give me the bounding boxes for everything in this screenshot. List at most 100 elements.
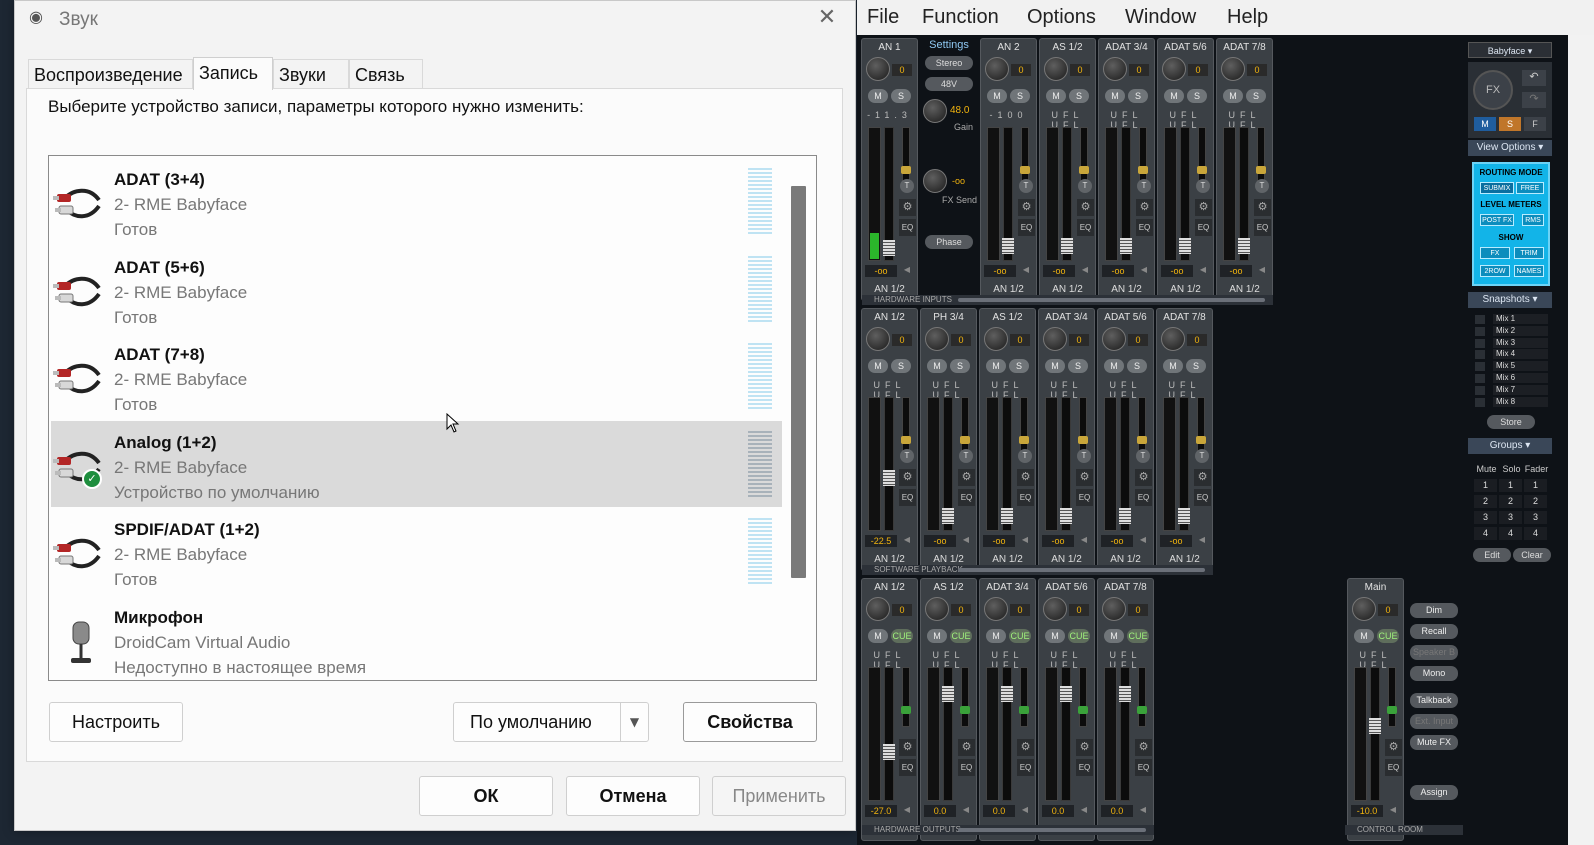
wrench-icon[interactable]: ⚙	[1195, 199, 1212, 216]
mute-button[interactable]: M	[927, 359, 947, 373]
collapse-icon[interactable]: ◀	[959, 805, 973, 817]
pan-fader[interactable]	[960, 667, 970, 727]
pan-fader[interactable]	[1137, 397, 1147, 457]
solo-button[interactable]: S	[1068, 359, 1088, 373]
mute-button[interactable]: M	[1104, 359, 1124, 373]
pan-handle[interactable]	[1137, 436, 1147, 444]
close-button[interactable]: ✕	[813, 5, 841, 33]
cue-button[interactable]: CUE	[891, 629, 913, 643]
pan-handle[interactable]	[901, 706, 911, 714]
group-cell[interactable]: 2	[1524, 495, 1547, 508]
collapse-icon[interactable]: ◀	[1195, 535, 1209, 547]
fader-handle[interactable]	[1369, 718, 1381, 734]
volume-fader[interactable]	[1060, 667, 1072, 801]
fader-handle[interactable]	[883, 744, 895, 760]
pan-handle[interactable]	[1196, 436, 1206, 444]
eq-button[interactable]: EQ	[1195, 219, 1212, 236]
trim-button[interactable]: T	[959, 449, 973, 463]
eq-button[interactable]: EQ	[1135, 489, 1152, 506]
output-route[interactable]: AN 1/2	[1098, 554, 1153, 565]
device-row[interactable]: ADAT (7+8) 2- RME Babyface Готов	[51, 333, 782, 419]
pan-fader[interactable]	[1197, 127, 1207, 187]
fader-handle[interactable]	[1178, 508, 1190, 524]
mute-button[interactable]: M	[927, 629, 947, 643]
collapse-icon[interactable]: ◀	[1018, 805, 1032, 817]
pan-handle[interactable]	[1138, 166, 1148, 174]
view-options-header[interactable]: View Options ▾	[1468, 140, 1552, 156]
eq-button[interactable]: EQ	[1194, 489, 1211, 506]
volume-fader[interactable]	[1179, 127, 1191, 261]
output-route[interactable]: AN 1/2	[981, 284, 1036, 295]
volume-fader[interactable]	[1061, 127, 1073, 261]
menu-file[interactable]: File	[867, 6, 899, 29]
pan-handle[interactable]	[1079, 166, 1089, 174]
pan-handle[interactable]	[901, 166, 911, 174]
cue-button[interactable]: CUE	[950, 629, 972, 643]
pan-fader[interactable]	[1078, 667, 1088, 727]
mute-button[interactable]: M	[1223, 89, 1243, 103]
output-route[interactable]: AN 1/2	[862, 284, 917, 295]
group-cell[interactable]: 1	[1524, 479, 1547, 492]
trim-button[interactable]: T	[1195, 449, 1209, 463]
output-route[interactable]: AN 1/2	[921, 554, 976, 565]
pan-fader[interactable]	[960, 397, 970, 457]
wrench-icon[interactable]: ⚙	[1017, 469, 1034, 486]
mute-button[interactable]: M	[1046, 89, 1066, 103]
list-scrollbar[interactable]	[791, 186, 806, 578]
eq-button[interactable]: EQ	[1076, 759, 1093, 776]
groups-clear-button[interactable]: Clear	[1513, 548, 1551, 562]
snapshot-item[interactable]: Mix 6	[1473, 373, 1551, 384]
gain-knob[interactable]	[925, 327, 949, 351]
tab-playback[interactable]: Воспроизведение	[28, 59, 193, 89]
cue-button[interactable]: CUE	[1127, 629, 1149, 643]
output-route[interactable]: AN 1/2	[1099, 284, 1154, 295]
eq-button[interactable]: EQ	[1385, 759, 1402, 776]
trim-button[interactable]: T	[1196, 179, 1210, 193]
mute-fx-button[interactable]: Mute FX	[1410, 735, 1458, 750]
speaker-b-button[interactable]: Speaker B	[1410, 645, 1458, 660]
eq-button[interactable]: EQ	[958, 759, 975, 776]
pan-fader[interactable]	[901, 127, 911, 187]
mute-button[interactable]: M	[1163, 359, 1183, 373]
solo-button[interactable]: S	[891, 89, 911, 103]
wrench-icon[interactable]: ⚙	[1254, 199, 1271, 216]
volume-fader[interactable]	[1119, 397, 1131, 531]
gain-knob[interactable]	[1103, 57, 1127, 81]
eq-button[interactable]: EQ	[1017, 489, 1034, 506]
group-cell[interactable]: 4	[1474, 527, 1497, 540]
volume-fader[interactable]	[1002, 127, 1014, 261]
device-list[interactable]: ADAT (3+4) 2- RME Babyface Готов ADAT (5+6)…	[48, 155, 817, 681]
pan-handle[interactable]	[1197, 166, 1207, 174]
show-fx-button[interactable]: FX	[1480, 247, 1510, 259]
group-cell[interactable]: 3	[1499, 511, 1522, 524]
wrench-icon[interactable]: ⚙	[1076, 739, 1093, 756]
assign-button[interactable]: Assign	[1410, 785, 1458, 800]
volume-fader[interactable]	[942, 667, 954, 801]
eq-button[interactable]: EQ	[899, 219, 916, 236]
eq-button[interactable]: EQ	[1017, 759, 1034, 776]
collapse-icon[interactable]: ◀	[1019, 265, 1033, 277]
mute-button[interactable]: M	[986, 359, 1006, 373]
volume-fader[interactable]	[1001, 667, 1013, 801]
pan-handle[interactable]	[1019, 706, 1029, 714]
trim-button[interactable]: T	[1019, 179, 1033, 193]
settings-label[interactable]: Settings	[920, 39, 978, 51]
pan-fader[interactable]	[1256, 127, 1266, 187]
trim-button[interactable]: T	[1255, 179, 1269, 193]
rms-button[interactable]: RMS	[1522, 214, 1544, 226]
ext-input-button[interactable]: Ext. Input	[1410, 714, 1458, 729]
eq-button[interactable]: EQ	[899, 489, 916, 506]
wrench-icon[interactable]: ⚙	[899, 739, 916, 756]
output-route[interactable]: AN 1/2	[980, 554, 1035, 565]
fader-handle[interactable]	[942, 686, 954, 702]
pan-handle[interactable]	[901, 436, 911, 444]
wrench-icon[interactable]: ⚙	[1135, 469, 1152, 486]
eq-button[interactable]: EQ	[899, 759, 916, 776]
gain-knob[interactable]	[985, 57, 1009, 81]
post-fx-button[interactable]: POST FX	[1480, 214, 1514, 226]
msf-f-button[interactable]: F	[1524, 117, 1546, 131]
trim-button[interactable]: T	[1137, 179, 1151, 193]
collapse-icon[interactable]: ◀	[1136, 535, 1150, 547]
output-route[interactable]: AN 1/2	[1158, 284, 1213, 295]
volume-fader[interactable]	[883, 127, 895, 261]
